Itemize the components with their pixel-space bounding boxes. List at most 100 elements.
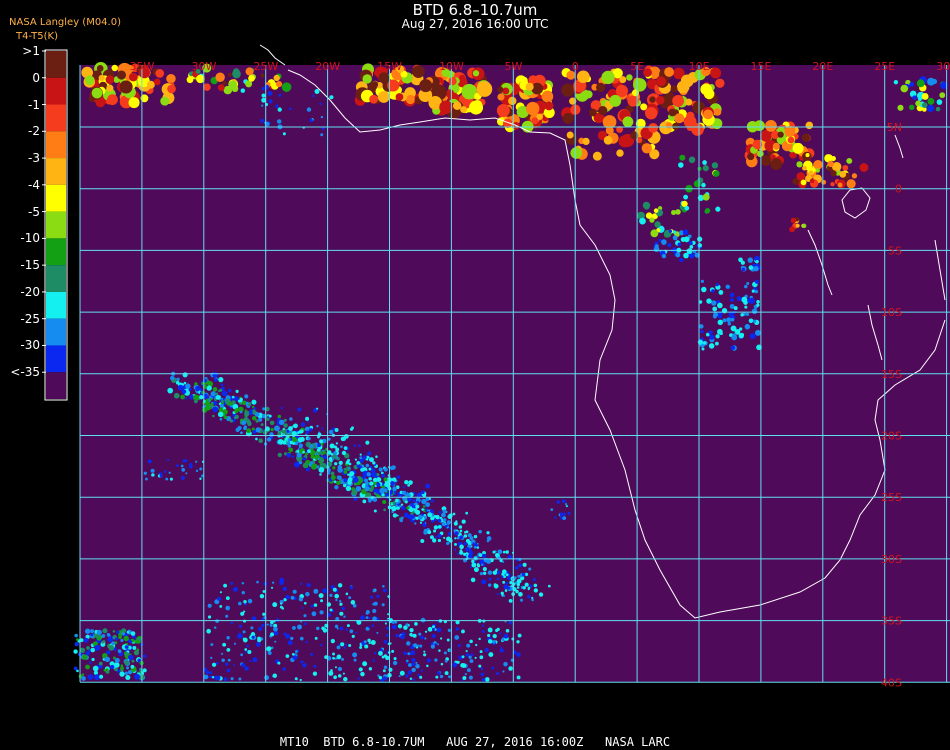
legend-swatch xyxy=(46,77,66,105)
cloud-speck xyxy=(142,668,147,673)
cloud-speck xyxy=(770,158,783,170)
cloud-speck xyxy=(272,602,278,608)
cloud-speck xyxy=(483,571,487,575)
latitude-label: 10S xyxy=(881,306,902,319)
cloud-speck xyxy=(226,636,230,640)
cloud-speck xyxy=(418,632,422,636)
cloud-speck xyxy=(340,642,345,647)
cloud-speck xyxy=(294,677,298,681)
cloud-speck xyxy=(261,87,265,91)
cloud-speck xyxy=(423,514,427,517)
cloud-speck xyxy=(106,633,111,637)
cloud-speck xyxy=(440,662,444,666)
cloud-speck xyxy=(120,638,124,643)
cloud-speck xyxy=(917,96,922,102)
cloud-speck xyxy=(396,475,401,479)
latitude-label: 30S xyxy=(881,553,902,566)
cloud-speck xyxy=(329,593,333,597)
cloud-speck xyxy=(113,662,120,668)
cloud-speck xyxy=(382,499,387,505)
cloud-speck xyxy=(333,480,337,484)
cloud-speck xyxy=(210,656,213,660)
cloud-speck xyxy=(79,647,86,653)
cloud-speck xyxy=(404,500,408,504)
cloud-speck xyxy=(292,589,297,594)
cloud-speck xyxy=(264,84,270,90)
cloud-speck xyxy=(439,674,444,679)
cloud-speck xyxy=(118,635,122,639)
cloud-speck xyxy=(909,81,915,87)
cloud-speck xyxy=(212,414,215,418)
cloud-speck xyxy=(356,460,361,465)
cloud-speck xyxy=(444,659,448,663)
cloud-speck xyxy=(199,388,203,391)
cloud-speck xyxy=(207,615,212,619)
cloud-speck xyxy=(199,394,204,400)
cloud-speck xyxy=(107,94,118,106)
cloud-speck xyxy=(305,640,308,644)
cloud-speck xyxy=(359,453,362,456)
cloud-speck xyxy=(464,672,467,676)
cloud-speck xyxy=(89,661,92,664)
cloud-speck xyxy=(423,521,426,524)
cloud-speck xyxy=(103,668,107,672)
cloud-speck xyxy=(519,598,524,602)
cloud-speck xyxy=(697,243,703,248)
cloud-speck xyxy=(329,608,333,612)
cloud-speck xyxy=(332,652,336,656)
cloud-speck xyxy=(341,450,347,456)
cloud-speck xyxy=(740,313,744,317)
legend-label: -25 xyxy=(20,311,40,326)
cloud-speck xyxy=(697,166,702,171)
cloud-speck xyxy=(603,135,613,145)
cloud-speck xyxy=(399,670,405,676)
legend-label: -5 xyxy=(28,204,40,219)
cloud-speck xyxy=(328,670,334,676)
cloud-speck xyxy=(643,68,652,77)
cloud-speck xyxy=(596,82,606,93)
cloud-speck xyxy=(245,401,249,405)
cloud-speck xyxy=(521,572,526,577)
cloud-speck xyxy=(668,229,673,233)
cloud-speck xyxy=(565,505,568,508)
cloud-speck xyxy=(225,662,229,666)
cloud-speck xyxy=(248,74,255,82)
cloud-speck xyxy=(373,509,377,513)
cloud-speck xyxy=(116,630,120,634)
cloud-speck xyxy=(369,94,379,104)
cloud-speck xyxy=(92,665,99,672)
cloud-speck xyxy=(310,463,317,470)
cloud-speck xyxy=(433,529,437,533)
cloud-speck xyxy=(350,600,356,605)
cloud-speck xyxy=(336,654,342,660)
cloud-speck xyxy=(538,592,544,597)
cloud-speck xyxy=(736,296,742,302)
cloud-speck xyxy=(147,459,152,464)
cloud-speck xyxy=(901,85,908,92)
cloud-speck xyxy=(159,473,163,478)
cloud-speck xyxy=(387,613,390,616)
cloud-speck xyxy=(203,83,211,91)
cloud-speck xyxy=(279,577,285,583)
cloud-speck xyxy=(466,643,471,648)
cloud-speck xyxy=(362,499,367,504)
cloud-speck xyxy=(437,671,441,675)
cloud-speck xyxy=(180,475,185,480)
cloud-speck xyxy=(839,170,847,178)
cloud-speck xyxy=(383,477,388,482)
cloud-speck xyxy=(348,462,352,466)
cloud-speck xyxy=(320,427,324,430)
cloud-speck xyxy=(661,239,667,245)
latitude-label: 40S xyxy=(881,676,902,689)
cloud-speck xyxy=(438,649,441,652)
cloud-speck xyxy=(809,178,815,184)
cloud-speck xyxy=(502,594,506,598)
cloud-speck xyxy=(478,553,483,557)
cloud-speck xyxy=(448,77,457,86)
cloud-speck xyxy=(433,525,439,530)
cloud-speck xyxy=(290,595,295,600)
cloud-speck xyxy=(114,667,118,672)
cloud-speck xyxy=(550,508,554,512)
cloud-speck xyxy=(319,458,325,463)
cloud-speck xyxy=(487,559,491,563)
